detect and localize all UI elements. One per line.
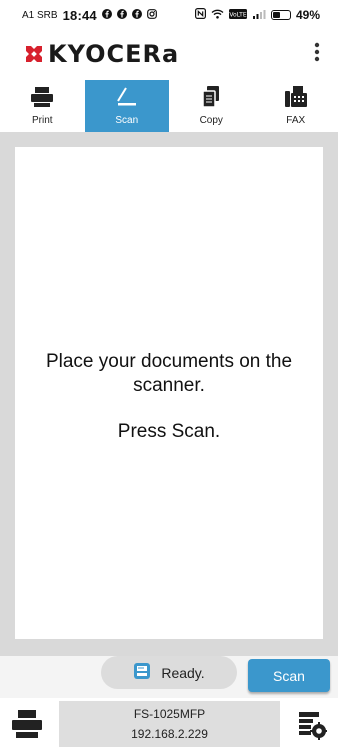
device-status-icon — [133, 662, 151, 683]
volte-label: VoLTE — [229, 11, 246, 18]
printer-icon[interactable] — [12, 710, 42, 738]
device-ip: 192.168.2.229 — [131, 727, 208, 741]
battery-fill — [272, 12, 281, 18]
carrier-label: A1 SRB — [22, 9, 58, 21]
scan-preview-panel: Place your documents on the scanner. Pre… — [15, 147, 323, 639]
instagram-icon — [146, 8, 157, 22]
wifi-icon — [211, 9, 224, 22]
signal-icon — [252, 9, 266, 22]
status-left: A1 SRB 18:44 — [22, 8, 157, 23]
tab-scan[interactable]: Scan — [84, 80, 169, 132]
clock: 18:44 — [62, 7, 97, 23]
facebook-icon — [116, 8, 127, 22]
more-vert-icon[interactable] — [314, 42, 320, 66]
status-right: VoLTE 49% — [194, 8, 320, 22]
tab-fax[interactable]: FAX — [254, 80, 338, 132]
fax-icon — [284, 85, 307, 109]
tab-copy-label: Copy — [199, 115, 223, 126]
function-tabs: Print Scan Copy FAX — [0, 80, 338, 132]
device-status-text: Ready. — [161, 664, 205, 681]
copy-icon — [202, 85, 220, 109]
tab-fax-label: FAX — [286, 115, 306, 126]
tab-print-label: Print — [31, 115, 53, 126]
volte-icon: VoLTE — [228, 8, 247, 22]
tab-scan-label: Scan — [115, 115, 139, 126]
app-header: KYOCERa — [0, 30, 338, 78]
device-status-pill: Ready. — [101, 656, 237, 689]
scan-instruction: Place your documents on the scanner. — [45, 351, 293, 396]
nfc-icon — [194, 8, 206, 22]
selected-device[interactable]: FS-1025MFP 192.168.2.229 — [59, 701, 280, 747]
tab-print[interactable]: Print — [0, 80, 85, 132]
kyocera-logo-mark-icon — [26, 46, 42, 62]
facebook-icon — [101, 8, 112, 22]
scan-button[interactable]: Scan — [248, 659, 330, 692]
facebook-icon — [131, 8, 142, 22]
device-model: FS-1025MFP — [133, 707, 206, 721]
scanner-icon — [116, 85, 138, 109]
kyocera-logo: KYOCERa — [24, 40, 179, 68]
scan-prompt: Press Scan. — [117, 421, 221, 442]
battery-percent: 49% — [295, 8, 320, 22]
printer-icon — [31, 85, 54, 109]
brand-name: KYOCERa — [48, 40, 180, 68]
status-bar: A1 SRB 18:44 VoLTE 49% — [0, 0, 338, 30]
battery-icon — [270, 10, 291, 20]
tab-copy[interactable]: Copy — [169, 80, 254, 132]
device-settings-icon[interactable] — [299, 710, 327, 740]
